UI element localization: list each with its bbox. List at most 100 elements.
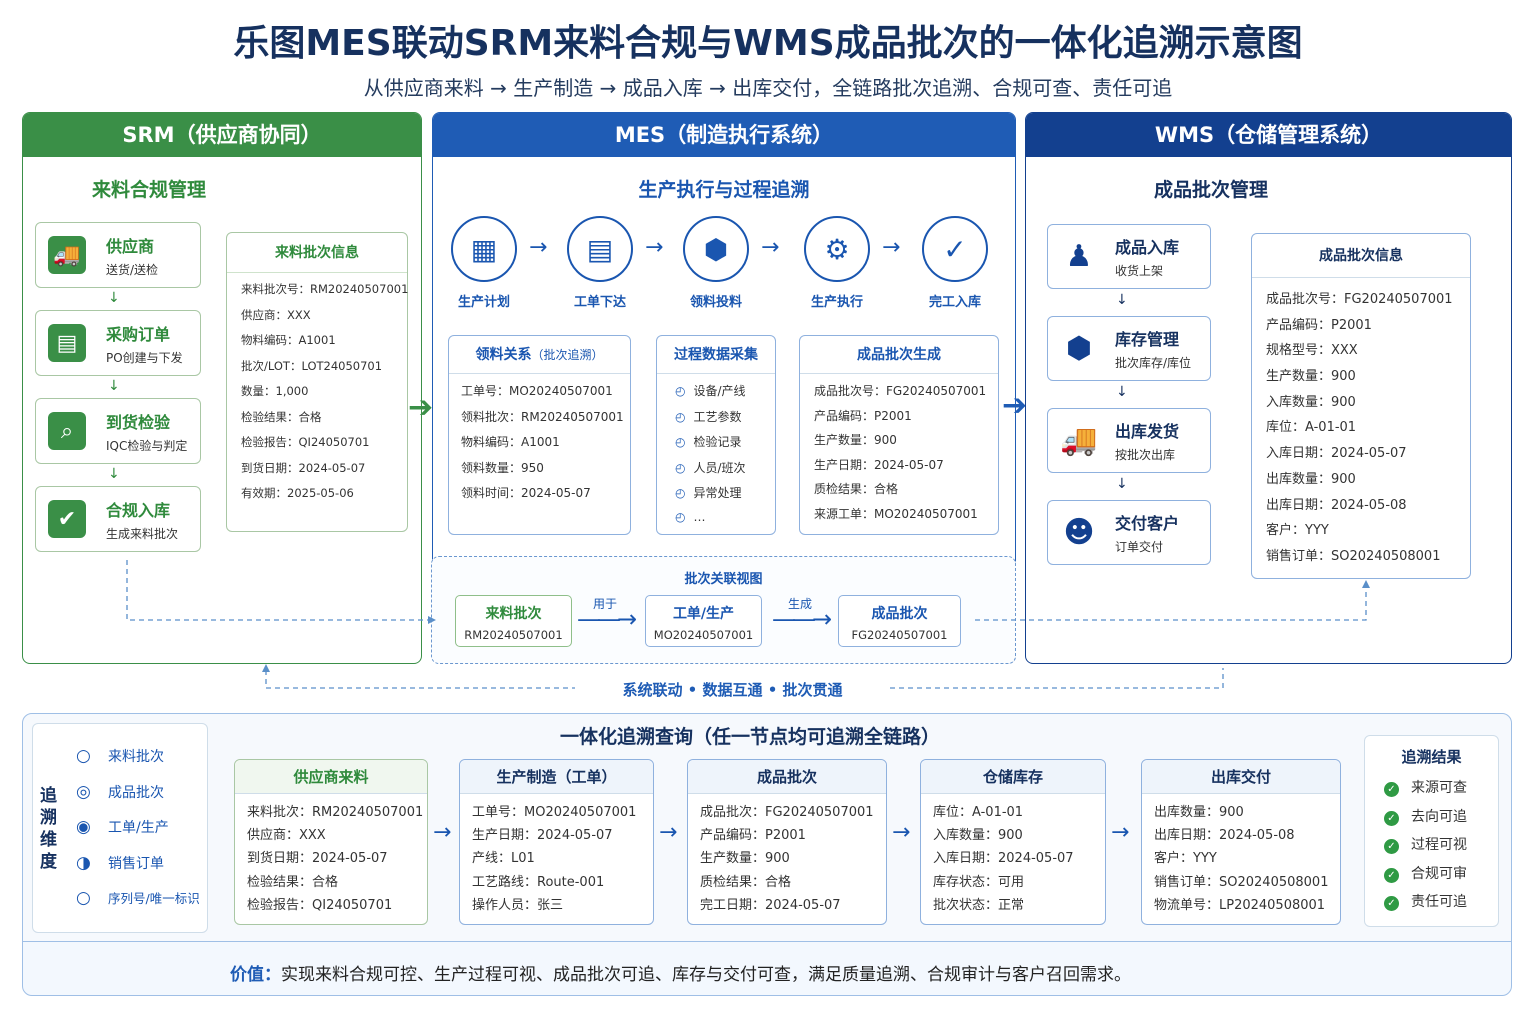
info-row-text: 工单号：MO20240507001 xyxy=(461,384,613,398)
info-row: 生产数量：900 xyxy=(814,431,998,456)
mes-box1-title: 领料关系（批次追溯） xyxy=(449,336,630,374)
right-arrow-icon: → xyxy=(433,820,452,845)
relation-node-3[interactable]: 成品批次 FG20240507001 xyxy=(838,595,961,647)
trace-results-title: 追溯结果 xyxy=(1401,748,1462,766)
trace-dimension-item[interactable]: ○ 来料批次 xyxy=(76,746,164,766)
srm-step-1[interactable]: 🚚 供应商 送货/送检 xyxy=(35,222,201,288)
info-row: 入库日期：2024-05-07 xyxy=(1266,442,1470,468)
trace-card-row: 物流单号：LP20240508001 xyxy=(1154,897,1326,913)
info-row: 领料数量：950 xyxy=(461,459,630,485)
info-row: 产品编码：P2001 xyxy=(1266,314,1470,340)
trace-card-row: 入库日期：2024-05-07 xyxy=(933,851,1074,867)
mes-flow-step-1[interactable]: ▦ xyxy=(451,216,517,282)
relation-node-2[interactable]: 工单/生产 MO20240507001 xyxy=(645,595,762,647)
mes-flow-step-3[interactable]: ⬢ xyxy=(683,216,749,282)
trace-dimension-item[interactable]: ◎ 成品批次 xyxy=(76,782,164,802)
trace-card-row: 产品编码：P2001 xyxy=(700,828,806,844)
trace-result-item: ✓ 责任可追 xyxy=(1384,891,1467,911)
mes-flow-label: 完工入库 xyxy=(928,295,981,310)
wms-step-3[interactable]: 🚚 出库发货 按批次出库 xyxy=(1047,408,1211,473)
trace-card-row: 客户：YYY xyxy=(1154,851,1217,867)
trace-card-2[interactable]: 生产制造（工单） 工单号：MO20240507001 生产日期：2024-05-07… xyxy=(459,759,654,925)
down-arrow-icon: ↓ xyxy=(108,378,120,394)
relation-node-id: MO20240507001 xyxy=(653,628,754,642)
srm-info-row: 数量：1,000 xyxy=(241,384,309,398)
trace-card-row: 质检结果：合格 xyxy=(700,874,792,890)
trace-card-5[interactable]: 出库交付 出库数量：900 出库日期：2024-05-08 客户：YYY 销售订单：SO… xyxy=(1141,759,1341,925)
srm-step-4[interactable]: ✔ 合规入库 生成来料批次 xyxy=(35,486,201,552)
wms-step-4[interactable]: ☻ 交付客户 订单交付 xyxy=(1047,500,1211,565)
wms-step-1[interactable]: ♟ 成品入库 收货上架 xyxy=(1047,224,1211,289)
wms-step-text: 成品入库 收货上架 xyxy=(1115,234,1179,279)
info-row: 入库数量：900 xyxy=(1266,391,1470,417)
right-arrow-icon: ——→ xyxy=(577,605,637,633)
info-row-text: 设备/产线 xyxy=(693,384,746,398)
value-label: 价值： xyxy=(230,965,281,985)
wms-info-title: 成品批次信息 xyxy=(1252,234,1470,278)
trace-dimension-item[interactable]: ◑ 销售订单 xyxy=(76,853,164,873)
srm-info-title: 来料批次信息 xyxy=(227,233,407,273)
info-row-text: 生产数量：900 xyxy=(1266,369,1356,385)
info-row: ◴ 异常处理 xyxy=(675,484,775,510)
wms-section-title: 成品批次管理 xyxy=(1153,179,1268,201)
srm-step-title: 供应商 xyxy=(106,236,155,256)
info-row: ◴ 设备/产线 xyxy=(675,382,775,408)
info-row: 来源工单：MO20240507001 xyxy=(814,505,998,530)
info-row-text: 生产日期：2024-05-07 xyxy=(814,457,944,472)
check-circle-icon: ✓ xyxy=(1384,782,1399,797)
right-arrow-icon: → xyxy=(892,820,911,845)
trace-result-label: 合规可审 xyxy=(1411,865,1467,882)
trace-result-item: ✓ 去向可追 xyxy=(1384,806,1467,826)
relation-node-id: RM20240507001 xyxy=(464,628,563,642)
wms-step-desc: 收货上架 xyxy=(1115,264,1164,278)
trace-card-title: 生产制造（工单） xyxy=(460,760,653,794)
trace-card-1[interactable]: 供应商来料 来料批次：RM20240507001 供应商：XXX 到货日期：2024-… xyxy=(234,759,428,925)
info-row: 领料批次：RM20240507001 xyxy=(461,408,630,434)
srm-step-2[interactable]: ▤ 采购订单 PO创建与下发 xyxy=(35,310,201,376)
trace-card-row: 工艺路线：Route-001 xyxy=(472,874,605,890)
mes-box1-title-sub: （批次追溯） xyxy=(531,348,604,362)
box-icon: ⬢ xyxy=(703,232,729,266)
info-row-text: 检验记录 xyxy=(693,435,742,449)
trace-dimension-label: 来料批次 xyxy=(108,749,164,765)
mes-to-wms-arrow: ➔ xyxy=(1002,388,1028,423)
wms-info-card: 成品批次信息 成品批次号：FG20240507001 产品编码：P2001 规格型号… xyxy=(1251,233,1471,579)
mes-header: MES（制造执行系统） xyxy=(433,113,1015,157)
down-arrow-icon: ↓ xyxy=(108,290,120,306)
mes-fg-batch-box: 成品批次生成 成品批次号：FG20240507001 产品编码：P2001 生产数量… xyxy=(799,335,999,535)
srm-step-3[interactable]: ⌕ 到货检验 IQC检验与判定 xyxy=(35,398,201,464)
srm-section-title: 来料合规管理 xyxy=(91,179,206,201)
mes-section-title: 生产执行与过程追溯 xyxy=(638,179,810,201)
document-icon: ▤ xyxy=(586,232,614,266)
trace-dimension-item[interactable]: ◉ 工单/生产 xyxy=(76,817,169,837)
relation-node-title: 来料批次 xyxy=(485,606,542,622)
srm-step-text: 采购订单 PO创建与下发 xyxy=(106,321,183,366)
info-row: 产品编码：P2001 xyxy=(814,407,998,432)
mes-flow-step-2[interactable]: ▤ xyxy=(567,216,633,282)
trace-card-row: 出库数量：900 xyxy=(1154,805,1244,820)
trace-result-label: 来源可查 xyxy=(1411,780,1467,796)
trace-card-4[interactable]: 仓储库存 库位：A-01-01 入库数量：900 入库日期：2024-05-07 库存状… xyxy=(920,759,1106,925)
trace-dimension-label: 工单/生产 xyxy=(108,820,169,836)
trace-card-3[interactable]: 成品批次 成品批次：FG20240507001 产品编码：P2001 生产数量：900… xyxy=(687,759,887,925)
info-row: ◴ 工艺参数 xyxy=(675,408,775,434)
mes-flow-step-4[interactable]: ⚙ xyxy=(804,216,870,282)
wms-step-title: 库存管理 xyxy=(1115,330,1180,349)
info-row-text: 工艺参数 xyxy=(693,409,742,424)
info-row-text: 销售订单：SO20240508001 xyxy=(1266,548,1441,564)
wms-step-2[interactable]: ⬢ 库存管理 批次库存/库位 xyxy=(1047,316,1211,381)
relation-node-title: 工单/生产 xyxy=(672,606,735,622)
info-row: ◴ 检验记录 xyxy=(675,433,775,459)
relation-node-1[interactable]: 来料批次 RM20240507001 xyxy=(455,595,572,647)
trace-card-row: 生产日期：2024-05-07 xyxy=(472,828,613,844)
trace-result-item: ✓ 过程可视 xyxy=(1384,834,1467,854)
info-row: 销售订单：SO20240508001 xyxy=(1266,545,1470,571)
check-circle-icon: ◴ xyxy=(675,384,686,398)
right-arrow-icon: → xyxy=(1111,820,1130,845)
trace-dimension-item[interactable]: ○ 序列号/唯一标识 xyxy=(76,888,200,908)
mes-flow-step-5[interactable]: ✓ xyxy=(922,216,988,282)
info-row: ◴ 人员/班次 xyxy=(675,459,775,485)
search-icon: ◎ xyxy=(76,781,91,802)
info-row-text: 人员/班次 xyxy=(693,460,746,475)
checkbox-icon: ✔ xyxy=(48,500,86,538)
